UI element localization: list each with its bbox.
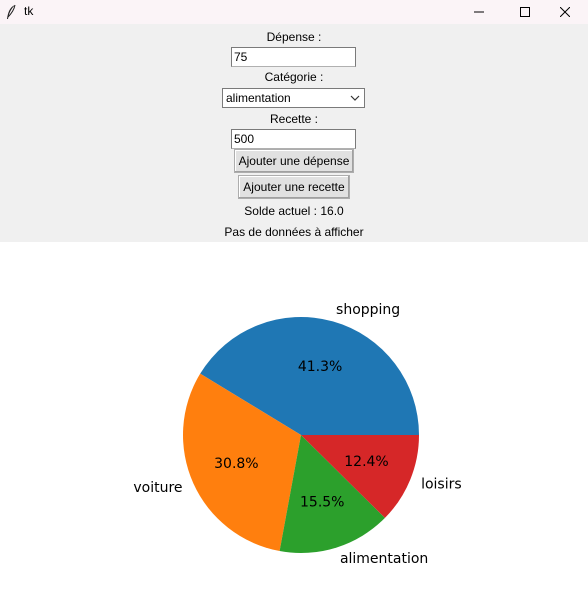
window-titlebar: tk [0,0,588,24]
no-data-text: Pas de données à afficher [224,225,364,239]
expense-pie-chart: 41.3% shopping 30.8% voiture 15.5% alimentati… [0,242,588,586]
add-income-button[interactable]: Ajouter une recette [238,175,350,199]
feather-icon [7,4,16,19]
pie-category-label-voiture: voiture [133,480,182,496]
pie-category-label-shopping: shopping [336,302,400,318]
pie-chart-svg: 41.3% shopping 30.8% voiture 15.5% alimentati… [133,302,462,567]
add-expense-button[interactable]: Ajouter une dépense [234,149,354,173]
income-label: Recette : [269,112,319,126]
close-button[interactable] [542,0,588,24]
minimize-button[interactable] [456,0,502,24]
window-title: tk [24,4,34,18]
pie-value-label-shopping: 41.3% [298,359,342,375]
pie-value-label-alimentation: 15.5% [300,495,344,511]
pie-category-label-loisirs: loisirs [421,476,462,492]
minimize-icon [474,11,484,13]
form-panel: Dépense : 75 Catégorie : alimentation Re… [0,24,588,242]
maximize-icon [520,7,530,17]
pie-value-label-loisirs: 12.4% [344,454,388,470]
chevron-down-icon [350,95,360,101]
income-input[interactable]: 500 [231,129,356,149]
close-icon [560,7,570,17]
expense-label: Dépense : [266,30,322,44]
expense-input[interactable]: 75 [231,47,356,67]
balance-text: Solde actuel : 16.0 [244,204,344,218]
category-selected-value: alimentation [226,91,291,105]
pie-value-label-voiture: 30.8% [214,456,258,472]
category-select[interactable]: alimentation [222,88,365,108]
category-label: Catégorie : [264,70,324,84]
pie-category-label-alimentation: alimentation [340,551,428,567]
